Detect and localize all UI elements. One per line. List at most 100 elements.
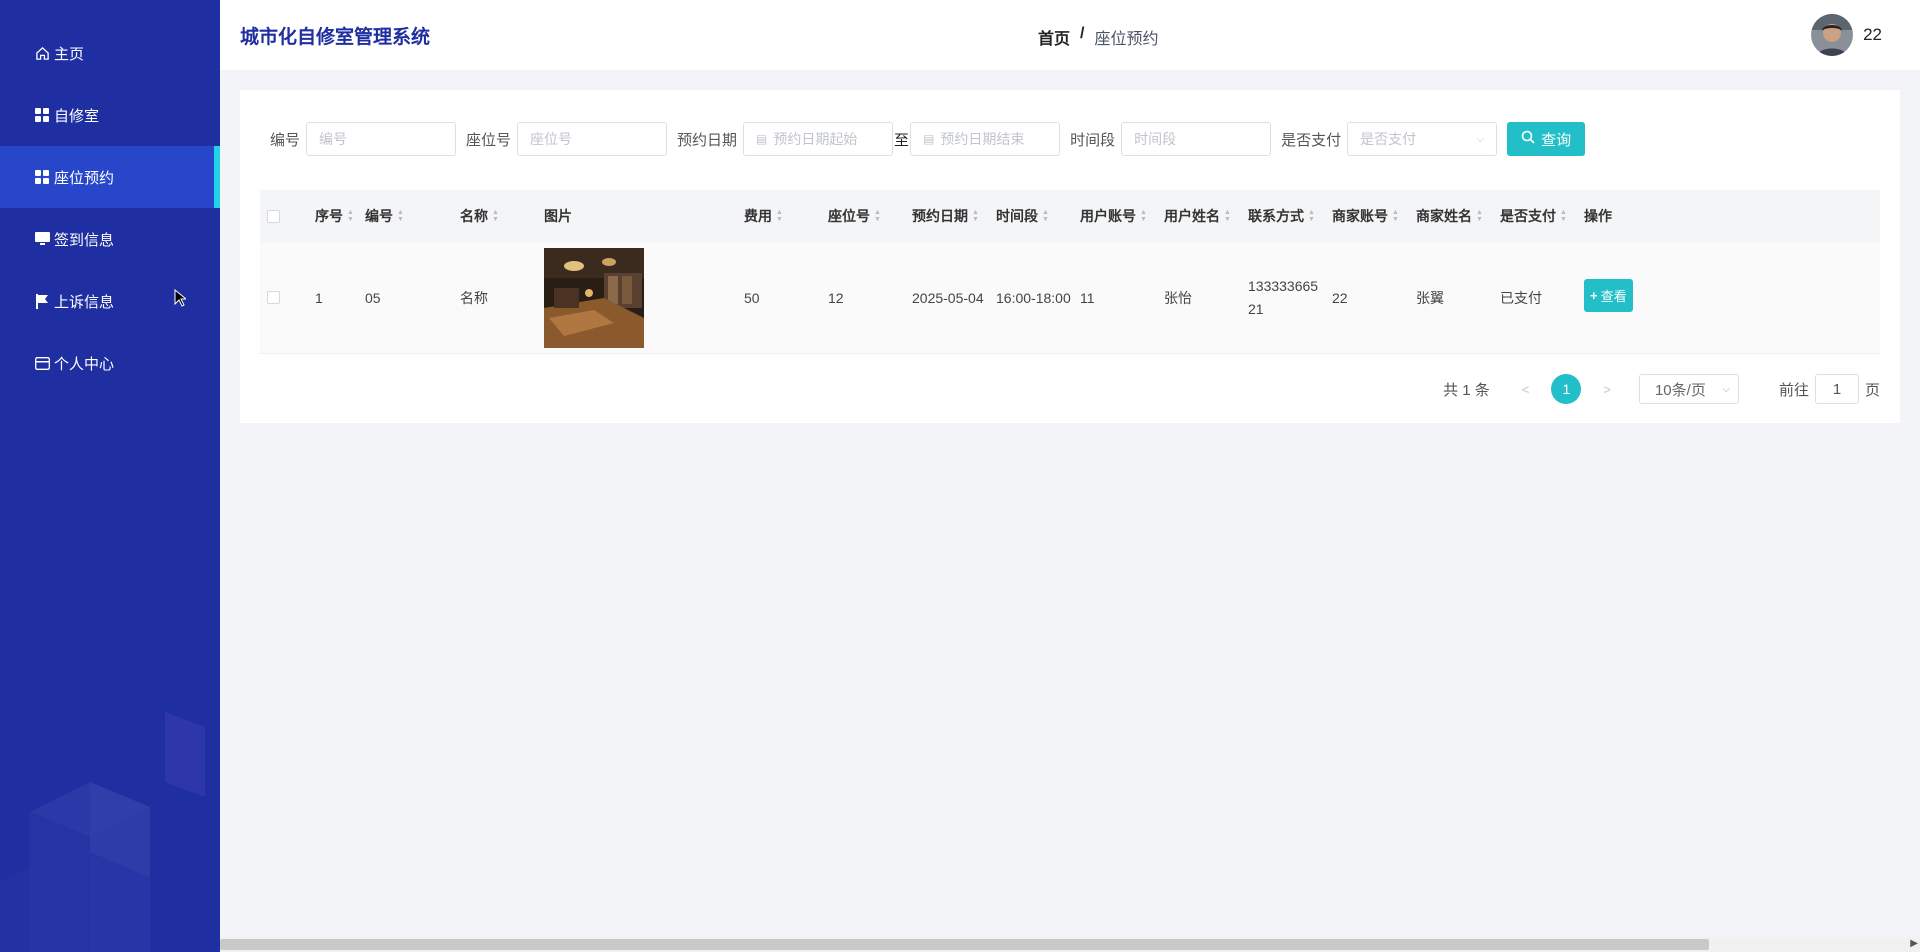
- main-card: 编号 编号 座位号 座位号 预约日期 ▤ 预约日期起始 至 ▤ 预约日期结束 时…: [240, 90, 1900, 423]
- sort-icon[interactable]: ▲ ▼: [1140, 209, 1147, 223]
- sidebar-item-study-room[interactable]: 自修室: [0, 84, 220, 146]
- breadcrumb-home[interactable]: 首页: [1038, 25, 1070, 49]
- slot-input-placeholder: 时间段: [1134, 131, 1177, 147]
- sort-icon[interactable]: ▲ ▼: [1560, 209, 1567, 223]
- col-user-name[interactable]: 用户姓名 ▲ ▼: [1164, 206, 1248, 226]
- col-paid[interactable]: 是否支付 ▲ ▼: [1500, 206, 1584, 226]
- breadcrumb-current: 座位预约: [1094, 31, 1159, 48]
- col-action: 操作: [1584, 208, 1612, 224]
- goto-page-input[interactable]: 1: [1814, 374, 1859, 404]
- sort-icon[interactable]: ▲ ▼: [1042, 209, 1049, 223]
- select-all-checkbox[interactable]: [267, 209, 280, 223]
- scroll-right-icon[interactable]: ▶: [1910, 938, 1918, 949]
- slot-input[interactable]: 时间段: [1121, 122, 1272, 156]
- pagination-total: 共 1 条: [1443, 381, 1490, 399]
- flag-icon: [34, 293, 50, 309]
- sidebar-item-label: 座位预约: [54, 169, 115, 187]
- sort-icon[interactable]: ▲ ▼: [972, 209, 979, 223]
- date-range-separator: 至: [894, 131, 910, 149]
- sort-icon[interactable]: ▲ ▼: [492, 209, 499, 223]
- view-button-label: 查看: [1600, 289, 1627, 304]
- mouse-cursor: [174, 288, 188, 312]
- col-index[interactable]: 序号 ▲ ▼: [315, 206, 365, 226]
- phone-line-2: 21: [1248, 300, 1264, 317]
- col-date[interactable]: 预约日期 ▲ ▼: [912, 206, 996, 226]
- booking-table: 序号 ▲ ▼ 编号 ▲ ▼ 名称 ▲ ▼ 图片 费用 ▲ ▼ 座位号 ▲ ▼ 预约日期 ▲ ▼ 时间段 ▲…: [260, 190, 1880, 354]
- next-page-icon[interactable]: >: [1603, 382, 1611, 397]
- sidebar-item-appeal[interactable]: 上诉信息: [0, 270, 220, 332]
- date-label: 预约日期: [677, 131, 738, 149]
- prev-page-icon[interactable]: <: [1522, 382, 1530, 397]
- col-image: 图片: [544, 208, 572, 224]
- sidebar-item-label: 主页: [54, 45, 85, 63]
- view-button[interactable]: + 查看: [1584, 279, 1633, 312]
- cell-paid: 已支付: [1500, 289, 1542, 306]
- page-number-current[interactable]: 1: [1551, 374, 1582, 404]
- sort-icon[interactable]: ▲ ▼: [1476, 209, 1483, 223]
- cell-slot: 16:00-18:00: [996, 289, 1071, 306]
- sort-icon[interactable]: ▲ ▼: [347, 209, 354, 223]
- card-icon: [34, 355, 50, 371]
- seat-label: 座位号: [466, 131, 512, 149]
- goto-prefix: 前往: [1778, 381, 1809, 399]
- row-checkbox[interactable]: [267, 291, 280, 304]
- plus-icon: +: [1590, 288, 1598, 303]
- sidebar-item-label: 个人中心: [54, 355, 115, 373]
- scrollbar-thumb[interactable]: [220, 939, 1709, 950]
- col-fee[interactable]: 费用 ▲ ▼: [744, 206, 828, 226]
- col-merchant-name[interactable]: 商家姓名 ▲ ▼: [1416, 206, 1500, 226]
- code-input-placeholder: 编号: [319, 131, 348, 147]
- breadcrumb-separator: /: [1080, 25, 1085, 42]
- cell-seat: 12: [828, 289, 844, 306]
- cell-index: 1: [315, 289, 323, 306]
- grid-icon: [34, 169, 50, 185]
- table-row[interactable]: 1 05 名称 50 12 2025-05-04 16:00-18:00 11 …: [260, 242, 1880, 354]
- user-name: 22: [1863, 25, 1882, 44]
- date-start-placeholder: 预约日期起始: [773, 131, 858, 147]
- home-icon: [34, 45, 50, 61]
- col-name[interactable]: 名称 ▲ ▼: [460, 206, 544, 226]
- col-seat[interactable]: 座位号 ▲ ▼: [828, 206, 912, 226]
- seat-input[interactable]: 座位号: [517, 122, 668, 156]
- grid-icon: [34, 107, 50, 123]
- sidebar-item-checkin[interactable]: 签到信息: [0, 208, 220, 270]
- date-start-picker[interactable]: ▤ 预约日期起始: [743, 122, 894, 156]
- sidebar-item-label: 自修室: [54, 107, 100, 125]
- sidebar: 主页 自修室 座位预约 签到信息 上诉信息 个人中心: [0, 0, 220, 952]
- sort-icon[interactable]: ▲ ▼: [1308, 209, 1315, 223]
- col-phone[interactable]: 联系方式 ▲ ▼: [1248, 206, 1332, 226]
- sidebar-item-seat-booking[interactable]: 座位预约: [0, 146, 220, 208]
- cell-user-name: 张怡: [1164, 289, 1192, 306]
- cell-name: 名称: [460, 289, 488, 306]
- sort-icon[interactable]: ▲ ▼: [397, 209, 404, 223]
- goto-page-value: 1: [1832, 380, 1842, 398]
- sort-icon[interactable]: ▲ ▼: [1224, 209, 1231, 223]
- query-button[interactable]: 查询: [1507, 122, 1586, 156]
- sidebar-item-profile[interactable]: 个人中心: [0, 332, 220, 394]
- avatar[interactable]: [1811, 14, 1854, 56]
- col-merchant-account[interactable]: 商家账号 ▲ ▼: [1332, 206, 1416, 226]
- date-end-picker[interactable]: ▤ 预约日期结束: [910, 122, 1061, 156]
- seat-input-placeholder: 座位号: [530, 131, 573, 147]
- slot-label: 时间段: [1070, 131, 1116, 149]
- study-room-thumbnail[interactable]: [544, 247, 644, 348]
- sidebar-item-label: 签到信息: [54, 231, 115, 249]
- sidebar-item-home[interactable]: 主页: [0, 22, 220, 84]
- chevron-down-icon: ⌵: [1722, 383, 1730, 395]
- calendar-icon: ▤: [756, 132, 768, 146]
- code-input[interactable]: 编号: [306, 122, 457, 156]
- col-user-account[interactable]: 用户账号 ▲ ▼: [1080, 206, 1164, 226]
- page-size-value: 10条/页: [1654, 381, 1706, 399]
- sort-icon[interactable]: ▲ ▼: [874, 209, 881, 223]
- col-code[interactable]: 编号 ▲ ▼: [365, 206, 460, 226]
- sort-icon[interactable]: ▲ ▼: [776, 209, 783, 223]
- page-size-select[interactable]: 10条/页 ⌵: [1638, 374, 1739, 404]
- col-slot[interactable]: 时间段 ▲ ▼: [996, 206, 1080, 226]
- user-menu[interactable]: 22: [1811, 14, 1882, 56]
- paid-select[interactable]: 是否支付 ⌵: [1347, 122, 1498, 156]
- sort-icon[interactable]: ▲ ▼: [1392, 209, 1399, 223]
- horizontal-scrollbar[interactable]: ▶: [220, 937, 1920, 952]
- cell-date: 2025-05-04: [912, 289, 984, 306]
- cell-user-account: 11: [1080, 289, 1095, 306]
- cell-merchant-account: 22: [1332, 289, 1348, 306]
